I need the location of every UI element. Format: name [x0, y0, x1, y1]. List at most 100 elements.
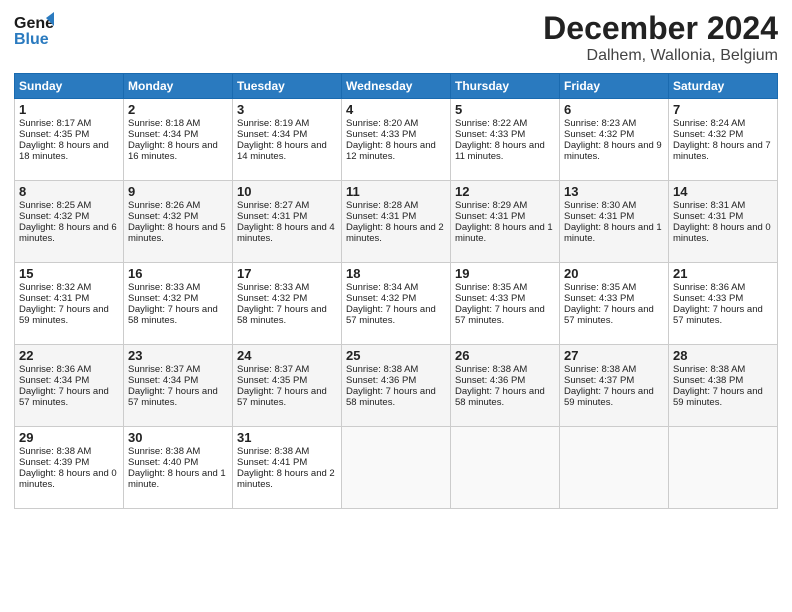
day-number: 4	[346, 102, 446, 117]
day-info: Sunset: 4:31 PM	[455, 211, 555, 222]
day-info: Sunset: 4:34 PM	[19, 375, 119, 386]
day-info: Sunset: 4:31 PM	[673, 211, 773, 222]
day-info: Sunset: 4:35 PM	[237, 375, 337, 386]
day-info: Sunrise: 8:33 AM	[237, 282, 337, 293]
calendar-cell: 19Sunrise: 8:35 AMSunset: 4:33 PMDayligh…	[451, 263, 560, 345]
day-info: Sunset: 4:35 PM	[19, 129, 119, 140]
day-number: 11	[346, 184, 446, 199]
day-number: 7	[673, 102, 773, 117]
day-info: Daylight: 7 hours and 57 minutes.	[237, 386, 337, 408]
day-number: 14	[673, 184, 773, 199]
calendar-cell: 7Sunrise: 8:24 AMSunset: 4:32 PMDaylight…	[669, 99, 778, 181]
calendar-cell	[669, 427, 778, 509]
day-info: Sunrise: 8:17 AM	[19, 118, 119, 129]
day-info: Sunset: 4:33 PM	[673, 293, 773, 304]
day-info: Daylight: 7 hours and 58 minutes.	[346, 386, 446, 408]
day-number: 28	[673, 348, 773, 363]
day-info: Sunrise: 8:38 AM	[673, 364, 773, 375]
day-info: Daylight: 7 hours and 57 minutes.	[346, 304, 446, 326]
calendar-table: SundayMondayTuesdayWednesdayThursdayFrid…	[14, 73, 778, 509]
day-info: Sunrise: 8:36 AM	[19, 364, 119, 375]
day-info: Daylight: 8 hours and 11 minutes.	[455, 140, 555, 162]
day-info: Sunset: 4:32 PM	[673, 129, 773, 140]
day-info: Sunrise: 8:23 AM	[564, 118, 664, 129]
calendar-cell: 14Sunrise: 8:31 AMSunset: 4:31 PMDayligh…	[669, 181, 778, 263]
day-info: Sunrise: 8:28 AM	[346, 200, 446, 211]
svg-text:Blue: Blue	[14, 31, 49, 48]
day-number: 29	[19, 430, 119, 445]
calendar-cell: 23Sunrise: 8:37 AMSunset: 4:34 PMDayligh…	[124, 345, 233, 427]
calendar-cell: 5Sunrise: 8:22 AMSunset: 4:33 PMDaylight…	[451, 99, 560, 181]
day-header-sunday: Sunday	[15, 74, 124, 99]
day-info: Sunset: 4:41 PM	[237, 457, 337, 468]
day-number: 2	[128, 102, 228, 117]
day-info: Daylight: 7 hours and 57 minutes.	[19, 386, 119, 408]
day-info: Sunrise: 8:18 AM	[128, 118, 228, 129]
day-number: 20	[564, 266, 664, 281]
day-info: Sunset: 4:37 PM	[564, 375, 664, 386]
day-number: 15	[19, 266, 119, 281]
logo: General Blue	[14, 10, 54, 57]
day-info: Sunrise: 8:38 AM	[128, 446, 228, 457]
day-info: Daylight: 8 hours and 0 minutes.	[673, 222, 773, 244]
calendar-cell: 15Sunrise: 8:32 AMSunset: 4:31 PMDayligh…	[15, 263, 124, 345]
day-number: 12	[455, 184, 555, 199]
day-info: Daylight: 8 hours and 2 minutes.	[237, 468, 337, 490]
day-info: Sunrise: 8:38 AM	[19, 446, 119, 457]
day-info: Sunrise: 8:38 AM	[455, 364, 555, 375]
location-title: Dalhem, Wallonia, Belgium	[543, 47, 778, 65]
day-info: Sunset: 4:36 PM	[346, 375, 446, 386]
day-info: Daylight: 8 hours and 0 minutes.	[19, 468, 119, 490]
day-info: Sunrise: 8:38 AM	[564, 364, 664, 375]
calendar-cell: 27Sunrise: 8:38 AMSunset: 4:37 PMDayligh…	[560, 345, 669, 427]
calendar-cell: 10Sunrise: 8:27 AMSunset: 4:31 PMDayligh…	[233, 181, 342, 263]
day-info: Daylight: 8 hours and 1 minute.	[564, 222, 664, 244]
day-info: Daylight: 7 hours and 59 minutes.	[673, 386, 773, 408]
day-number: 21	[673, 266, 773, 281]
day-info: Daylight: 8 hours and 12 minutes.	[346, 140, 446, 162]
day-number: 27	[564, 348, 664, 363]
day-info: Sunrise: 8:19 AM	[237, 118, 337, 129]
day-info: Sunrise: 8:35 AM	[564, 282, 664, 293]
day-info: Sunset: 4:36 PM	[455, 375, 555, 386]
calendar-cell	[560, 427, 669, 509]
day-info: Sunset: 4:32 PM	[237, 293, 337, 304]
day-info: Sunset: 4:31 PM	[237, 211, 337, 222]
calendar-cell: 20Sunrise: 8:35 AMSunset: 4:33 PMDayligh…	[560, 263, 669, 345]
day-info: Daylight: 8 hours and 1 minute.	[455, 222, 555, 244]
day-info: Sunrise: 8:38 AM	[346, 364, 446, 375]
day-header-saturday: Saturday	[669, 74, 778, 99]
day-header-friday: Friday	[560, 74, 669, 99]
day-number: 1	[19, 102, 119, 117]
day-header-monday: Monday	[124, 74, 233, 99]
day-info: Daylight: 8 hours and 16 minutes.	[128, 140, 228, 162]
day-info: Daylight: 7 hours and 58 minutes.	[128, 304, 228, 326]
day-number: 10	[237, 184, 337, 199]
day-info: Sunset: 4:34 PM	[237, 129, 337, 140]
day-info: Sunrise: 8:37 AM	[128, 364, 228, 375]
day-number: 16	[128, 266, 228, 281]
day-number: 13	[564, 184, 664, 199]
day-info: Sunrise: 8:34 AM	[346, 282, 446, 293]
day-info: Sunrise: 8:36 AM	[673, 282, 773, 293]
calendar-cell: 17Sunrise: 8:33 AMSunset: 4:32 PMDayligh…	[233, 263, 342, 345]
day-info: Daylight: 8 hours and 9 minutes.	[564, 140, 664, 162]
calendar-cell	[451, 427, 560, 509]
day-info: Sunrise: 8:22 AM	[455, 118, 555, 129]
day-info: Sunrise: 8:31 AM	[673, 200, 773, 211]
calendar-cell: 18Sunrise: 8:34 AMSunset: 4:32 PMDayligh…	[342, 263, 451, 345]
day-info: Sunset: 4:32 PM	[128, 211, 228, 222]
day-header-wednesday: Wednesday	[342, 74, 451, 99]
day-info: Sunrise: 8:25 AM	[19, 200, 119, 211]
day-number: 5	[455, 102, 555, 117]
calendar-cell: 30Sunrise: 8:38 AMSunset: 4:40 PMDayligh…	[124, 427, 233, 509]
calendar-cell: 12Sunrise: 8:29 AMSunset: 4:31 PMDayligh…	[451, 181, 560, 263]
calendar-cell: 21Sunrise: 8:36 AMSunset: 4:33 PMDayligh…	[669, 263, 778, 345]
day-number: 31	[237, 430, 337, 445]
day-number: 18	[346, 266, 446, 281]
day-number: 24	[237, 348, 337, 363]
day-info: Daylight: 8 hours and 5 minutes.	[128, 222, 228, 244]
calendar-cell: 28Sunrise: 8:38 AMSunset: 4:38 PMDayligh…	[669, 345, 778, 427]
day-info: Sunset: 4:32 PM	[564, 129, 664, 140]
calendar-cell: 6Sunrise: 8:23 AMSunset: 4:32 PMDaylight…	[560, 99, 669, 181]
